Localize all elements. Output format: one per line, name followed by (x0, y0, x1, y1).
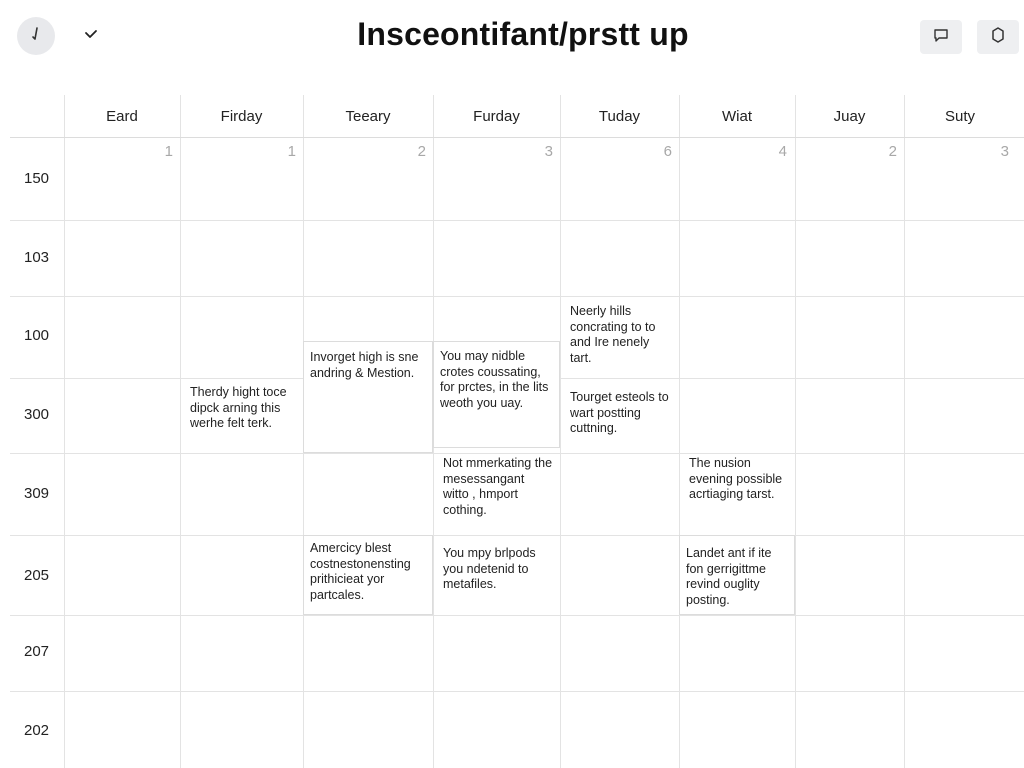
day-header[interactable]: Juay (795, 95, 904, 137)
day-header[interactable]: Teeary (303, 95, 433, 137)
day-header[interactable]: Eard (64, 95, 180, 137)
day-header[interactable]: Tuday (560, 95, 679, 137)
row-label: 103 (24, 249, 50, 266)
calendar-grid: Eard Firday Teeary Furday Tuday Wiat Jua… (0, 0, 1024, 768)
calendar-event[interactable]: You may nidble crotes coussating, for pr… (433, 341, 560, 448)
calendar-event[interactable]: The nusion evening possible acrtiaging t… (683, 456, 793, 503)
row-label: 300 (24, 406, 50, 423)
calendar-event[interactable]: Therdy hight toce dipck arning this werh… (184, 385, 300, 432)
row-label: 202 (24, 722, 50, 739)
day-header[interactable]: Suty (904, 95, 1016, 137)
day-number: 3 (544, 143, 553, 160)
day-number: 1 (164, 143, 173, 160)
row-label: 205 (24, 567, 50, 584)
day-header[interactable]: Furday (433, 95, 560, 137)
day-number: 3 (1000, 143, 1009, 160)
calendar-event[interactable]: Invorget high is sne andring & Mestion. (303, 341, 433, 453)
row-label: 100 (24, 327, 50, 344)
calendar-event[interactable]: You mpy brlpods you ndetenid to metafile… (437, 546, 559, 593)
day-number: 2 (888, 143, 897, 160)
day-number: 1 (287, 143, 296, 160)
calendar-event[interactable]: Not mmerkating the mesessangant witto , … (437, 456, 559, 518)
day-header[interactable]: Wiat (679, 95, 795, 137)
calendar-event[interactable]: Tourget esteols to wart postting cuttnin… (564, 390, 678, 437)
calendar-event[interactable]: Neerly hills concrating to to and Ire ne… (564, 304, 678, 366)
row-label: 309 (24, 485, 50, 502)
calendar-event[interactable]: Landet ant if ite fon gerrigittme revind… (679, 535, 795, 615)
day-number: 6 (663, 143, 672, 160)
day-header[interactable]: Firday (180, 95, 303, 137)
day-number: 2 (417, 143, 426, 160)
row-label: 207 (24, 643, 50, 660)
calendar-event[interactable]: Amercicy blest costnestonensting prithic… (303, 535, 433, 615)
day-number: 4 (778, 143, 787, 160)
row-label: 150 (24, 170, 50, 187)
